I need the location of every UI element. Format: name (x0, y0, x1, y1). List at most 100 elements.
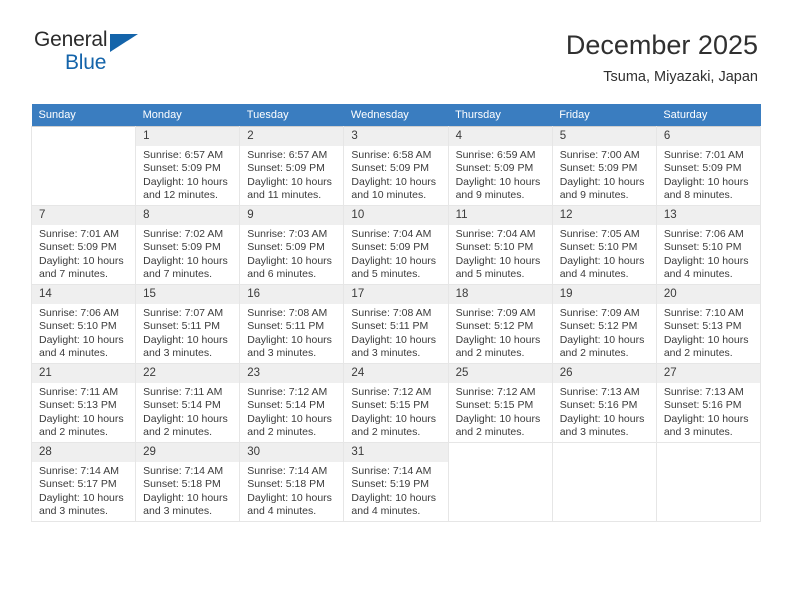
calendar-day-cell[interactable]: 9 Sunrise: 7:03 AM Sunset: 5:09 PM Daylight… (239, 205, 345, 285)
daylight-text: Daylight: 10 hours and 8 minutes. (663, 175, 749, 202)
day-details: Sunrise: 7:14 AM Sunset: 5:18 PM Daylight:… (136, 462, 239, 519)
daylight-text: Daylight: 10 hours and 9 minutes. (559, 175, 645, 202)
calendar-day-cell[interactable]: 16 Sunrise: 7:08 AM Sunset: 5:11 PM Dayligh… (239, 284, 345, 364)
day-details: Sunrise: 7:10 AM Sunset: 5:13 PM Daylight:… (657, 304, 760, 361)
day-number: 11 (448, 206, 552, 225)
day-number (32, 127, 135, 146)
day-number: 4 (448, 127, 552, 146)
sunrise-text: Sunrise: 7:13 AM (559, 386, 640, 398)
sunrise-text: Sunrise: 6:57 AM (247, 149, 328, 161)
sunrise-text: Sunrise: 7:14 AM (39, 465, 119, 477)
daylight-text: Daylight: 10 hours and 2 minutes. (455, 333, 541, 360)
sunrise-text: Sunrise: 7:01 AM (663, 149, 744, 161)
calendar-day-cell[interactable]: 23 Sunrise: 7:12 AM Sunset: 5:14 PM Dayligh… (239, 363, 345, 443)
calendar-day-cell[interactable]: 1 Sunrise: 6:57 AM Sunset: 5:09 PM Daylight… (135, 126, 241, 206)
daylight-text: Daylight: 10 hours and 4 minutes. (39, 333, 124, 360)
calendar-day-cell[interactable]: 27 Sunrise: 7:13 AM Sunset: 5:16 PM Dayligh… (655, 363, 762, 443)
day-number: 14 (32, 285, 136, 304)
sunset-text: Sunset: 5:10 PM (455, 241, 534, 254)
sunset-text: Sunset: 5:12 PM (455, 320, 534, 333)
weekday-header-wednesday: Wednesday (343, 104, 449, 127)
sunrise-text: Sunrise: 7:12 AM (455, 386, 536, 398)
daylight-text: Daylight: 10 hours and 2 minutes. (663, 333, 749, 360)
sunrise-text: Sunrise: 7:06 AM (39, 307, 119, 319)
daylight-text: Daylight: 10 hours and 2 minutes. (559, 333, 645, 360)
calendar-day-cell[interactable]: 5 Sunrise: 7:00 AM Sunset: 5:09 PM Daylight… (551, 126, 657, 206)
calendar-day-cell-empty (655, 442, 762, 522)
day-number: 21 (32, 364, 136, 383)
calendar-day-cell[interactable]: 11 Sunrise: 7:04 AM Sunset: 5:10 PM Dayligh… (447, 205, 553, 285)
daylight-text: Daylight: 10 hours and 2 minutes. (455, 412, 541, 439)
calendar-day-cell[interactable]: 12 Sunrise: 7:05 AM Sunset: 5:10 PM Dayligh… (551, 205, 657, 285)
calendar-day-cell[interactable]: 30 Sunrise: 7:14 AM Sunset: 5:18 PM Dayligh… (239, 442, 345, 522)
calendar-day-cell[interactable]: 25 Sunrise: 7:12 AM Sunset: 5:15 PM Dayligh… (447, 363, 553, 443)
general-blue-logo[interactable]: General Blue (34, 28, 164, 84)
day-details: Sunrise: 7:03 AM Sunset: 5:09 PM Daylight:… (240, 225, 343, 282)
calendar-day-cell[interactable]: 31 Sunrise: 7:14 AM Sunset: 5:19 PM Dayligh… (343, 442, 449, 522)
sunset-text: Sunset: 5:09 PM (143, 241, 221, 254)
calendar-day-cell[interactable]: 14 Sunrise: 7:06 AM Sunset: 5:10 PM Dayligh… (30, 284, 137, 364)
calendar-week-row: 7 Sunrise: 7:01 AM Sunset: 5:09 PM Daylight… (30, 205, 762, 285)
sunrise-text: Sunrise: 6:58 AM (351, 149, 432, 161)
calendar-day-cell[interactable]: 21 Sunrise: 7:11 AM Sunset: 5:13 PM Dayligh… (30, 363, 137, 443)
day-number: 19 (552, 285, 656, 304)
day-number: 10 (344, 206, 448, 225)
day-number: 18 (448, 285, 552, 304)
calendar-day-cell[interactable]: 24 Sunrise: 7:12 AM Sunset: 5:15 PM Dayligh… (343, 363, 449, 443)
calendar-day-cell[interactable]: 20 Sunrise: 7:10 AM Sunset: 5:13 PM Dayligh… (655, 284, 762, 364)
day-details: Sunrise: 6:57 AM Sunset: 5:09 PM Daylight:… (136, 146, 239, 203)
calendar-day-cell[interactable]: 26 Sunrise: 7:13 AM Sunset: 5:16 PM Dayligh… (551, 363, 657, 443)
day-details: Sunrise: 7:09 AM Sunset: 5:12 PM Daylight:… (553, 304, 656, 361)
calendar-day-cell[interactable]: 29 Sunrise: 7:14 AM Sunset: 5:18 PM Dayligh… (135, 442, 241, 522)
daylight-text: Daylight: 10 hours and 3 minutes. (559, 412, 645, 439)
sunset-text: Sunset: 5:09 PM (143, 162, 221, 175)
calendar-day-cell[interactable]: 8 Sunrise: 7:02 AM Sunset: 5:09 PM Daylight… (135, 205, 241, 285)
calendar-day-cell[interactable]: 19 Sunrise: 7:09 AM Sunset: 5:12 PM Dayligh… (551, 284, 657, 364)
sunset-text: Sunset: 5:10 PM (39, 320, 117, 333)
logo-triangle-icon (110, 34, 138, 52)
calendar-day-cell[interactable]: 6 Sunrise: 7:01 AM Sunset: 5:09 PM Daylight… (655, 126, 762, 206)
sunrise-text: Sunrise: 7:09 AM (455, 307, 536, 319)
calendar-day-cell[interactable]: 28 Sunrise: 7:14 AM Sunset: 5:17 PM Dayligh… (30, 442, 137, 522)
day-number: 28 (32, 443, 136, 462)
day-number: 25 (448, 364, 552, 383)
sunrise-text: Sunrise: 7:12 AM (247, 386, 328, 398)
calendar-day-cell[interactable]: 18 Sunrise: 7:09 AM Sunset: 5:12 PM Dayligh… (447, 284, 553, 364)
calendar-day-cell[interactable]: 7 Sunrise: 7:01 AM Sunset: 5:09 PM Daylight… (30, 205, 137, 285)
day-number: 23 (240, 364, 344, 383)
day-number: 27 (656, 364, 760, 383)
daylight-text: Daylight: 10 hours and 2 minutes. (247, 412, 332, 439)
day-number: 30 (240, 443, 344, 462)
daylight-text: Daylight: 10 hours and 10 minutes. (351, 175, 437, 202)
day-number: 3 (344, 127, 448, 146)
calendar-day-cell[interactable]: 3 Sunrise: 6:58 AM Sunset: 5:09 PM Daylight… (343, 126, 449, 206)
calendar-day-cell[interactable]: 4 Sunrise: 6:59 AM Sunset: 5:09 PM Daylight… (447, 126, 553, 206)
day-number: 24 (344, 364, 448, 383)
day-details: Sunrise: 7:05 AM Sunset: 5:10 PM Daylight:… (553, 225, 656, 282)
calendar-week-row: 28 Sunrise: 7:14 AM Sunset: 5:17 PM Dayligh… (30, 442, 762, 522)
calendar-day-cell[interactable]: 13 Sunrise: 7:06 AM Sunset: 5:10 PM Dayligh… (655, 205, 762, 285)
day-details: Sunrise: 7:09 AM Sunset: 5:12 PM Daylight:… (449, 304, 552, 361)
calendar-day-cell[interactable]: 2 Sunrise: 6:57 AM Sunset: 5:09 PM Daylight… (239, 126, 345, 206)
sunrise-text: Sunrise: 6:59 AM (455, 149, 536, 161)
calendar-day-cell[interactable]: 10 Sunrise: 7:04 AM Sunset: 5:09 PM Dayligh… (343, 205, 449, 285)
sunset-text: Sunset: 5:10 PM (559, 241, 638, 254)
sunrise-text: Sunrise: 7:08 AM (351, 307, 432, 319)
sunrise-text: Sunrise: 7:11 AM (143, 386, 223, 398)
weekday-header-friday: Friday (552, 104, 657, 127)
daylight-text: Daylight: 10 hours and 4 minutes. (663, 254, 749, 281)
daylight-text: Daylight: 10 hours and 12 minutes. (143, 175, 228, 202)
sunrise-text: Sunrise: 7:13 AM (663, 386, 744, 398)
daylight-text: Daylight: 10 hours and 6 minutes. (247, 254, 332, 281)
calendar-day-cell[interactable]: 17 Sunrise: 7:08 AM Sunset: 5:11 PM Dayligh… (343, 284, 449, 364)
day-number: 5 (552, 127, 656, 146)
daylight-text: Daylight: 10 hours and 7 minutes. (143, 254, 228, 281)
calendar-day-cell[interactable]: 15 Sunrise: 7:07 AM Sunset: 5:11 PM Dayligh… (135, 284, 241, 364)
sunrise-text: Sunrise: 7:09 AM (559, 307, 640, 319)
sunrise-text: Sunrise: 7:12 AM (351, 386, 432, 398)
daylight-text: Daylight: 10 hours and 3 minutes. (143, 333, 228, 360)
daylight-text: Daylight: 10 hours and 11 minutes. (247, 175, 332, 202)
calendar-day-cell[interactable]: 22 Sunrise: 7:11 AM Sunset: 5:14 PM Dayligh… (135, 363, 241, 443)
day-details: Sunrise: 7:11 AM Sunset: 5:13 PM Daylight:… (32, 383, 135, 440)
daylight-text: Daylight: 10 hours and 3 minutes. (351, 333, 437, 360)
